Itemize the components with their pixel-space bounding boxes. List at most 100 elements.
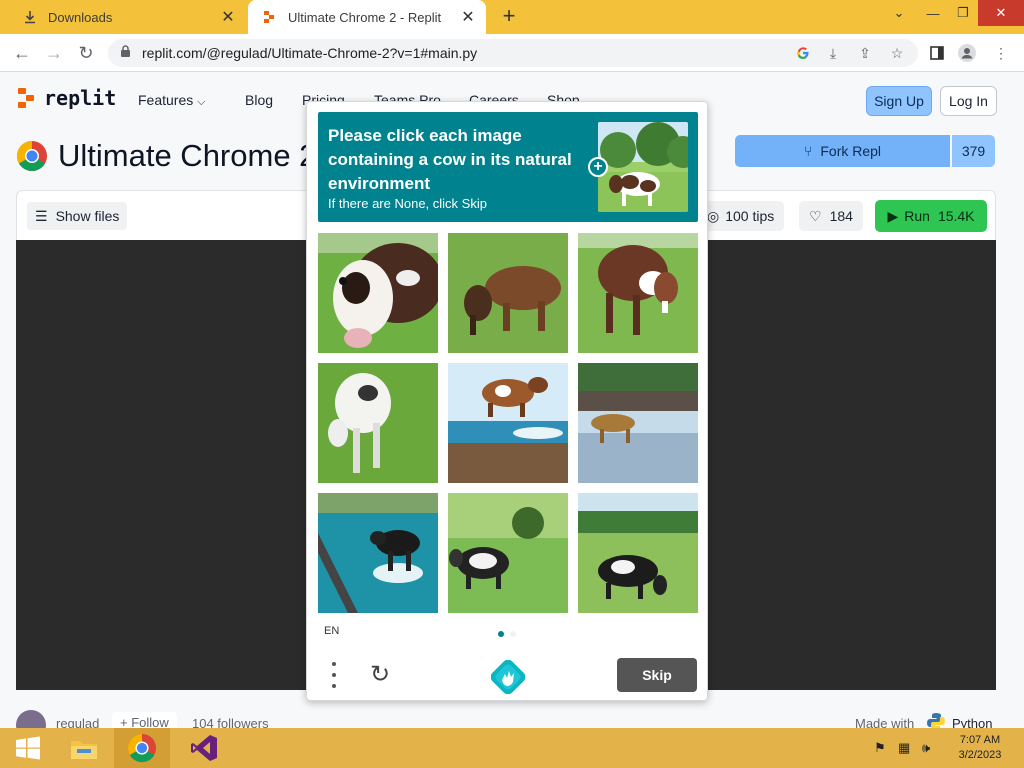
run-label: Run — [904, 208, 930, 224]
followers-count: 104 followers — [192, 716, 269, 728]
replit-favicon-icon — [262, 9, 278, 25]
plus-icon: + — [120, 715, 128, 728]
repl-title-text: Ultimate Chrome 2 — [58, 138, 317, 173]
start-button[interactable] — [0, 728, 56, 768]
fork-label: Fork Repl — [820, 143, 882, 159]
volume-icon[interactable]: 🕪 — [922, 728, 930, 768]
side-panel-icon[interactable] — [928, 44, 946, 62]
prompt-subtext: If there are None, click Skip — [328, 196, 487, 211]
bookmark-star-icon[interactable]: ☆ — [888, 44, 906, 62]
heart-icon: ♡ — [809, 207, 822, 224]
forward-arrow-icon[interactable]: → — [42, 41, 66, 65]
files-icon: ☰ — [35, 207, 48, 224]
skip-button[interactable]: Skip — [617, 658, 697, 692]
made-with-label: Made with — [855, 716, 915, 728]
follow-label: Follow — [131, 715, 169, 728]
page-dot — [510, 631, 516, 637]
chrome-icon — [127, 733, 157, 763]
like-button[interactable]: ♡ 184 — [799, 201, 863, 231]
grid-image-5[interactable] — [448, 363, 568, 483]
challenge-prompt: Please click each image containing a cow… — [318, 112, 698, 222]
install-app-icon[interactable]: ⤓ — [824, 44, 842, 62]
network-icon[interactable]: ▦ — [898, 728, 910, 768]
fork-icon: ⑂ — [803, 143, 813, 159]
tips-label: 100 tips — [725, 208, 775, 224]
sign-up-button[interactable]: Sign Up — [866, 86, 932, 116]
language-name: Python — [952, 716, 993, 728]
run-button[interactable]: ▶ Run 15.4K — [875, 200, 987, 232]
grid-image-6[interactable] — [578, 363, 698, 483]
visual-studio-icon — [191, 735, 217, 761]
likes-count: 184 — [829, 208, 853, 224]
hcaptcha-challenge: Please click each image containing a cow… — [306, 101, 708, 701]
expand-example-icon[interactable]: + — [588, 157, 608, 177]
browser-toolbar: ← → ↻ replit.com/@regulad/Ultimate-Chrom… — [0, 34, 1024, 72]
logo-text: replit — [44, 86, 117, 110]
nav-blog[interactable]: Blog — [245, 92, 273, 108]
language-selector[interactable]: EN — [324, 625, 339, 637]
image-grid — [318, 233, 698, 613]
profile-icon[interactable] — [958, 44, 976, 62]
grid-image-3[interactable] — [578, 233, 698, 353]
refresh-challenge-icon[interactable]: ↻ — [367, 662, 393, 688]
hcaptcha-logo-icon[interactable] — [490, 659, 526, 695]
browser-tabstrip: Downloads ✕ Ultimate Chrome 2 - Replit ✕… — [0, 0, 1024, 34]
share-icon[interactable]: ⇪ — [856, 44, 874, 62]
tab-downloads[interactable]: Downloads ✕ — [8, 0, 246, 34]
repl-title: Ultimate Chrome 2 — [16, 138, 316, 174]
python-icon — [926, 712, 946, 728]
close-window-button[interactable]: ✕ — [978, 0, 1024, 26]
follow-button[interactable]: + Follow — [112, 712, 177, 728]
system-clock[interactable]: 7:07 AM 3/2/2023 — [950, 733, 1010, 763]
grid-image-9[interactable] — [578, 493, 698, 613]
grid-image-8[interactable] — [448, 493, 568, 613]
new-tab-button[interactable]: + — [498, 5, 520, 28]
flag-icon[interactable]: ⚑ — [874, 728, 886, 768]
grid-image-1[interactable] — [318, 233, 438, 353]
show-files-button[interactable]: ☰ Show files — [27, 202, 128, 230]
nav-label: Features — [138, 92, 194, 108]
tab-title: Downloads — [48, 9, 113, 25]
run-count: 15.4K — [937, 208, 975, 224]
chrome-taskbar[interactable] — [114, 728, 170, 768]
replit-logo[interactable]: replit — [18, 86, 116, 110]
browser-menu-icon[interactable]: ⋮ — [992, 44, 1010, 62]
replit-logo-icon — [18, 88, 34, 108]
back-arrow-icon[interactable]: ← — [10, 41, 34, 65]
tab-close-icon[interactable]: ✕ — [458, 7, 478, 27]
author-avatar[interactable] — [16, 710, 46, 728]
play-icon: ▶ — [887, 207, 899, 224]
file-explorer-taskbar[interactable] — [56, 728, 112, 768]
page-indicator — [498, 631, 520, 639]
grid-image-4[interactable] — [318, 363, 438, 483]
grid-image-2[interactable] — [448, 233, 568, 353]
prompt-text: Please click each image containing a cow… — [328, 126, 572, 193]
show-files-label: Show files — [55, 208, 120, 224]
tips-button[interactable]: ◎ 100 tips — [697, 201, 785, 231]
nav-features[interactable]: Features ⌵ — [138, 92, 205, 109]
grid-image-7[interactable] — [318, 493, 438, 613]
repl-footer: regulad + Follow 104 followers Made with… — [0, 710, 1024, 728]
lock-icon — [120, 45, 132, 61]
fork-repl-button[interactable]: ⑂ Fork Repl — [735, 135, 950, 167]
clock-date: 3/2/2023 — [958, 749, 1002, 761]
reload-icon[interactable]: ↻ — [74, 41, 98, 65]
tab-close-icon[interactable]: ✕ — [218, 7, 238, 27]
author-name[interactable]: regulad — [56, 716, 99, 728]
visual-studio-taskbar[interactable] — [176, 728, 232, 768]
page-dot-active — [498, 631, 504, 637]
log-in-button[interactable]: Log In — [940, 86, 997, 116]
tab-title: Ultimate Chrome 2 - Replit — [288, 9, 442, 25]
tab-replit[interactable]: Ultimate Chrome 2 - Replit ✕ — [248, 0, 486, 34]
chevron-down-icon: ⌵ — [197, 96, 206, 108]
example-image[interactable] — [598, 122, 688, 212]
challenge-footer: ↻ Skip — [307, 650, 707, 702]
download-icon — [22, 9, 38, 25]
menu-icon[interactable] — [329, 662, 339, 688]
folder-icon — [71, 741, 97, 759]
chrome-logo-icon — [16, 141, 47, 172]
fork-count[interactable]: 379 — [952, 135, 995, 167]
google-icon[interactable] — [794, 44, 812, 62]
windows-logo-icon — [16, 736, 40, 760]
tip-coin-icon: ◎ — [707, 207, 720, 224]
